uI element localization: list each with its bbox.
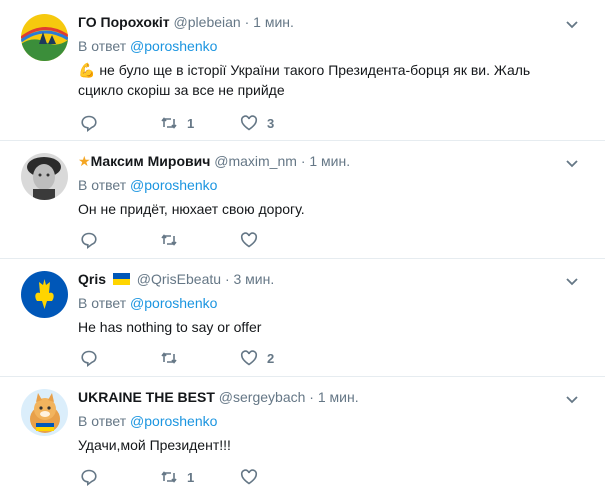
separator-dot: · bbox=[244, 14, 250, 30]
retweet-icon bbox=[161, 234, 177, 246]
tweet-actions bbox=[78, 230, 378, 250]
reply-context: В ответ @poroshenko bbox=[78, 295, 217, 311]
retweet-button[interactable]: 1 bbox=[160, 113, 194, 133]
timestamp[interactable]: 3 мин. bbox=[234, 271, 275, 287]
like-icon bbox=[240, 115, 258, 131]
tweet-actions: 1 3 bbox=[78, 113, 378, 133]
tweet-text: Он не придёт, нюхает свою дорогу. bbox=[78, 199, 578, 219]
separator-dot: · bbox=[224, 271, 230, 287]
chevron-down-icon[interactable] bbox=[564, 16, 580, 32]
tweet-4: UKRAINE THE BEST @sergeybach · 1 мин. В … bbox=[0, 377, 605, 504]
separator-dot: · bbox=[300, 153, 306, 169]
reply-mention[interactable]: @poroshenko bbox=[130, 413, 217, 429]
tweet-body: Он не придёт, нюхает свою дорогу. bbox=[78, 201, 305, 217]
retweet-count: 1 bbox=[187, 115, 195, 131]
tweet-1: ГО Порохокіт @plebeian · 1 мин. В ответ … bbox=[0, 0, 605, 141]
tweet-header: ГО Порохокіт @plebeian · 1 мин. bbox=[78, 14, 294, 30]
tweet-actions: 1 bbox=[78, 467, 378, 487]
like-icon bbox=[240, 232, 258, 248]
chevron-down-icon[interactable] bbox=[564, 391, 580, 407]
chevron-down-icon[interactable] bbox=[564, 273, 580, 289]
like-count: 3 bbox=[267, 115, 275, 131]
retweet-icon bbox=[161, 471, 177, 483]
tweet-body: Удачи,мой Президент!!! bbox=[78, 437, 231, 453]
tweet-header: Qris @QrisEbeatu · 3 мин. bbox=[78, 271, 274, 287]
retweet-icon bbox=[161, 352, 177, 364]
timestamp[interactable]: 1 мин. bbox=[309, 153, 350, 169]
retweet-icon bbox=[161, 117, 177, 129]
like-button[interactable]: 2 bbox=[240, 348, 274, 368]
user-handle[interactable]: @plebeian bbox=[174, 14, 241, 30]
tweet-body: не було ще в історії України такого През… bbox=[78, 62, 531, 98]
ukraine-flag-icon bbox=[112, 272, 130, 285]
display-name[interactable]: Qris bbox=[78, 271, 106, 287]
tweet-text: 💪 не було ще в історії України такого Пр… bbox=[78, 60, 578, 100]
like-button[interactable] bbox=[240, 467, 267, 487]
star-icon: ★ bbox=[78, 153, 91, 169]
reply-prefix: В ответ bbox=[78, 413, 127, 429]
avatar[interactable] bbox=[21, 389, 68, 436]
retweet-button[interactable] bbox=[160, 230, 187, 250]
display-name[interactable]: ГО Порохокіт bbox=[78, 14, 170, 30]
reply-button[interactable] bbox=[80, 230, 107, 250]
reply-icon bbox=[81, 350, 97, 367]
avatar[interactable] bbox=[21, 153, 68, 200]
muscle-emoji-icon: 💪 bbox=[78, 62, 96, 78]
chevron-down-icon[interactable] bbox=[564, 155, 580, 171]
timestamp[interactable]: 1 мин. bbox=[318, 389, 359, 405]
reply-icon bbox=[81, 469, 97, 486]
reply-button[interactable] bbox=[80, 113, 107, 133]
user-handle[interactable]: @sergeybach bbox=[219, 389, 306, 405]
separator-dot: · bbox=[309, 389, 314, 405]
like-button[interactable]: 3 bbox=[240, 113, 274, 133]
reply-prefix: В ответ bbox=[78, 295, 127, 311]
user-handle[interactable]: @maxim_nm bbox=[214, 153, 297, 169]
reply-mention[interactable]: @poroshenko bbox=[130, 295, 217, 311]
like-count: 2 bbox=[267, 350, 275, 366]
reply-context: В ответ @poroshenko bbox=[78, 177, 217, 193]
tweet-body: He has nothing to say or offer bbox=[78, 319, 262, 335]
reply-icon bbox=[81, 232, 97, 249]
display-name[interactable]: UKRAINE THE BEST bbox=[78, 389, 215, 405]
reply-mention[interactable]: @poroshenko bbox=[130, 38, 217, 54]
display-name[interactable]: Максим Мирович bbox=[91, 153, 211, 169]
reply-button[interactable] bbox=[80, 467, 107, 487]
retweet-count: 1 bbox=[187, 469, 195, 485]
tweet-text: He has nothing to say or offer bbox=[78, 317, 578, 337]
avatar[interactable] bbox=[21, 14, 68, 61]
reply-mention[interactable]: @poroshenko bbox=[130, 177, 217, 193]
like-button[interactable] bbox=[240, 230, 267, 250]
reply-context: В ответ @poroshenko bbox=[78, 38, 217, 54]
retweet-button[interactable] bbox=[160, 348, 187, 368]
retweet-button[interactable]: 1 bbox=[160, 467, 194, 487]
tweet-3: Qris @QrisEbeatu · 3 мин. В ответ @poros… bbox=[0, 259, 605, 377]
tweet-actions: 2 bbox=[78, 348, 378, 368]
like-icon bbox=[240, 469, 258, 485]
tweet-text: Удачи,мой Президент!!! bbox=[78, 435, 578, 455]
like-icon bbox=[240, 350, 258, 366]
avatar[interactable] bbox=[21, 271, 68, 318]
tweet-header: UKRAINE THE BEST @sergeybach · 1 мин. bbox=[78, 389, 359, 405]
timestamp[interactable]: 1 мин. bbox=[253, 14, 294, 30]
user-handle[interactable]: @QrisEbeatu bbox=[137, 271, 221, 287]
reply-prefix: В ответ bbox=[78, 177, 127, 193]
reply-icon bbox=[81, 115, 97, 132]
tweet-2: ★Максим Мирович @maxim_nm · 1 мин. В отв… bbox=[0, 141, 605, 259]
tweet-header: ★Максим Мирович @maxim_nm · 1 мин. bbox=[78, 153, 350, 170]
reply-context: В ответ @poroshenko bbox=[78, 413, 217, 429]
reply-prefix: В ответ bbox=[78, 38, 127, 54]
reply-button[interactable] bbox=[80, 348, 107, 368]
